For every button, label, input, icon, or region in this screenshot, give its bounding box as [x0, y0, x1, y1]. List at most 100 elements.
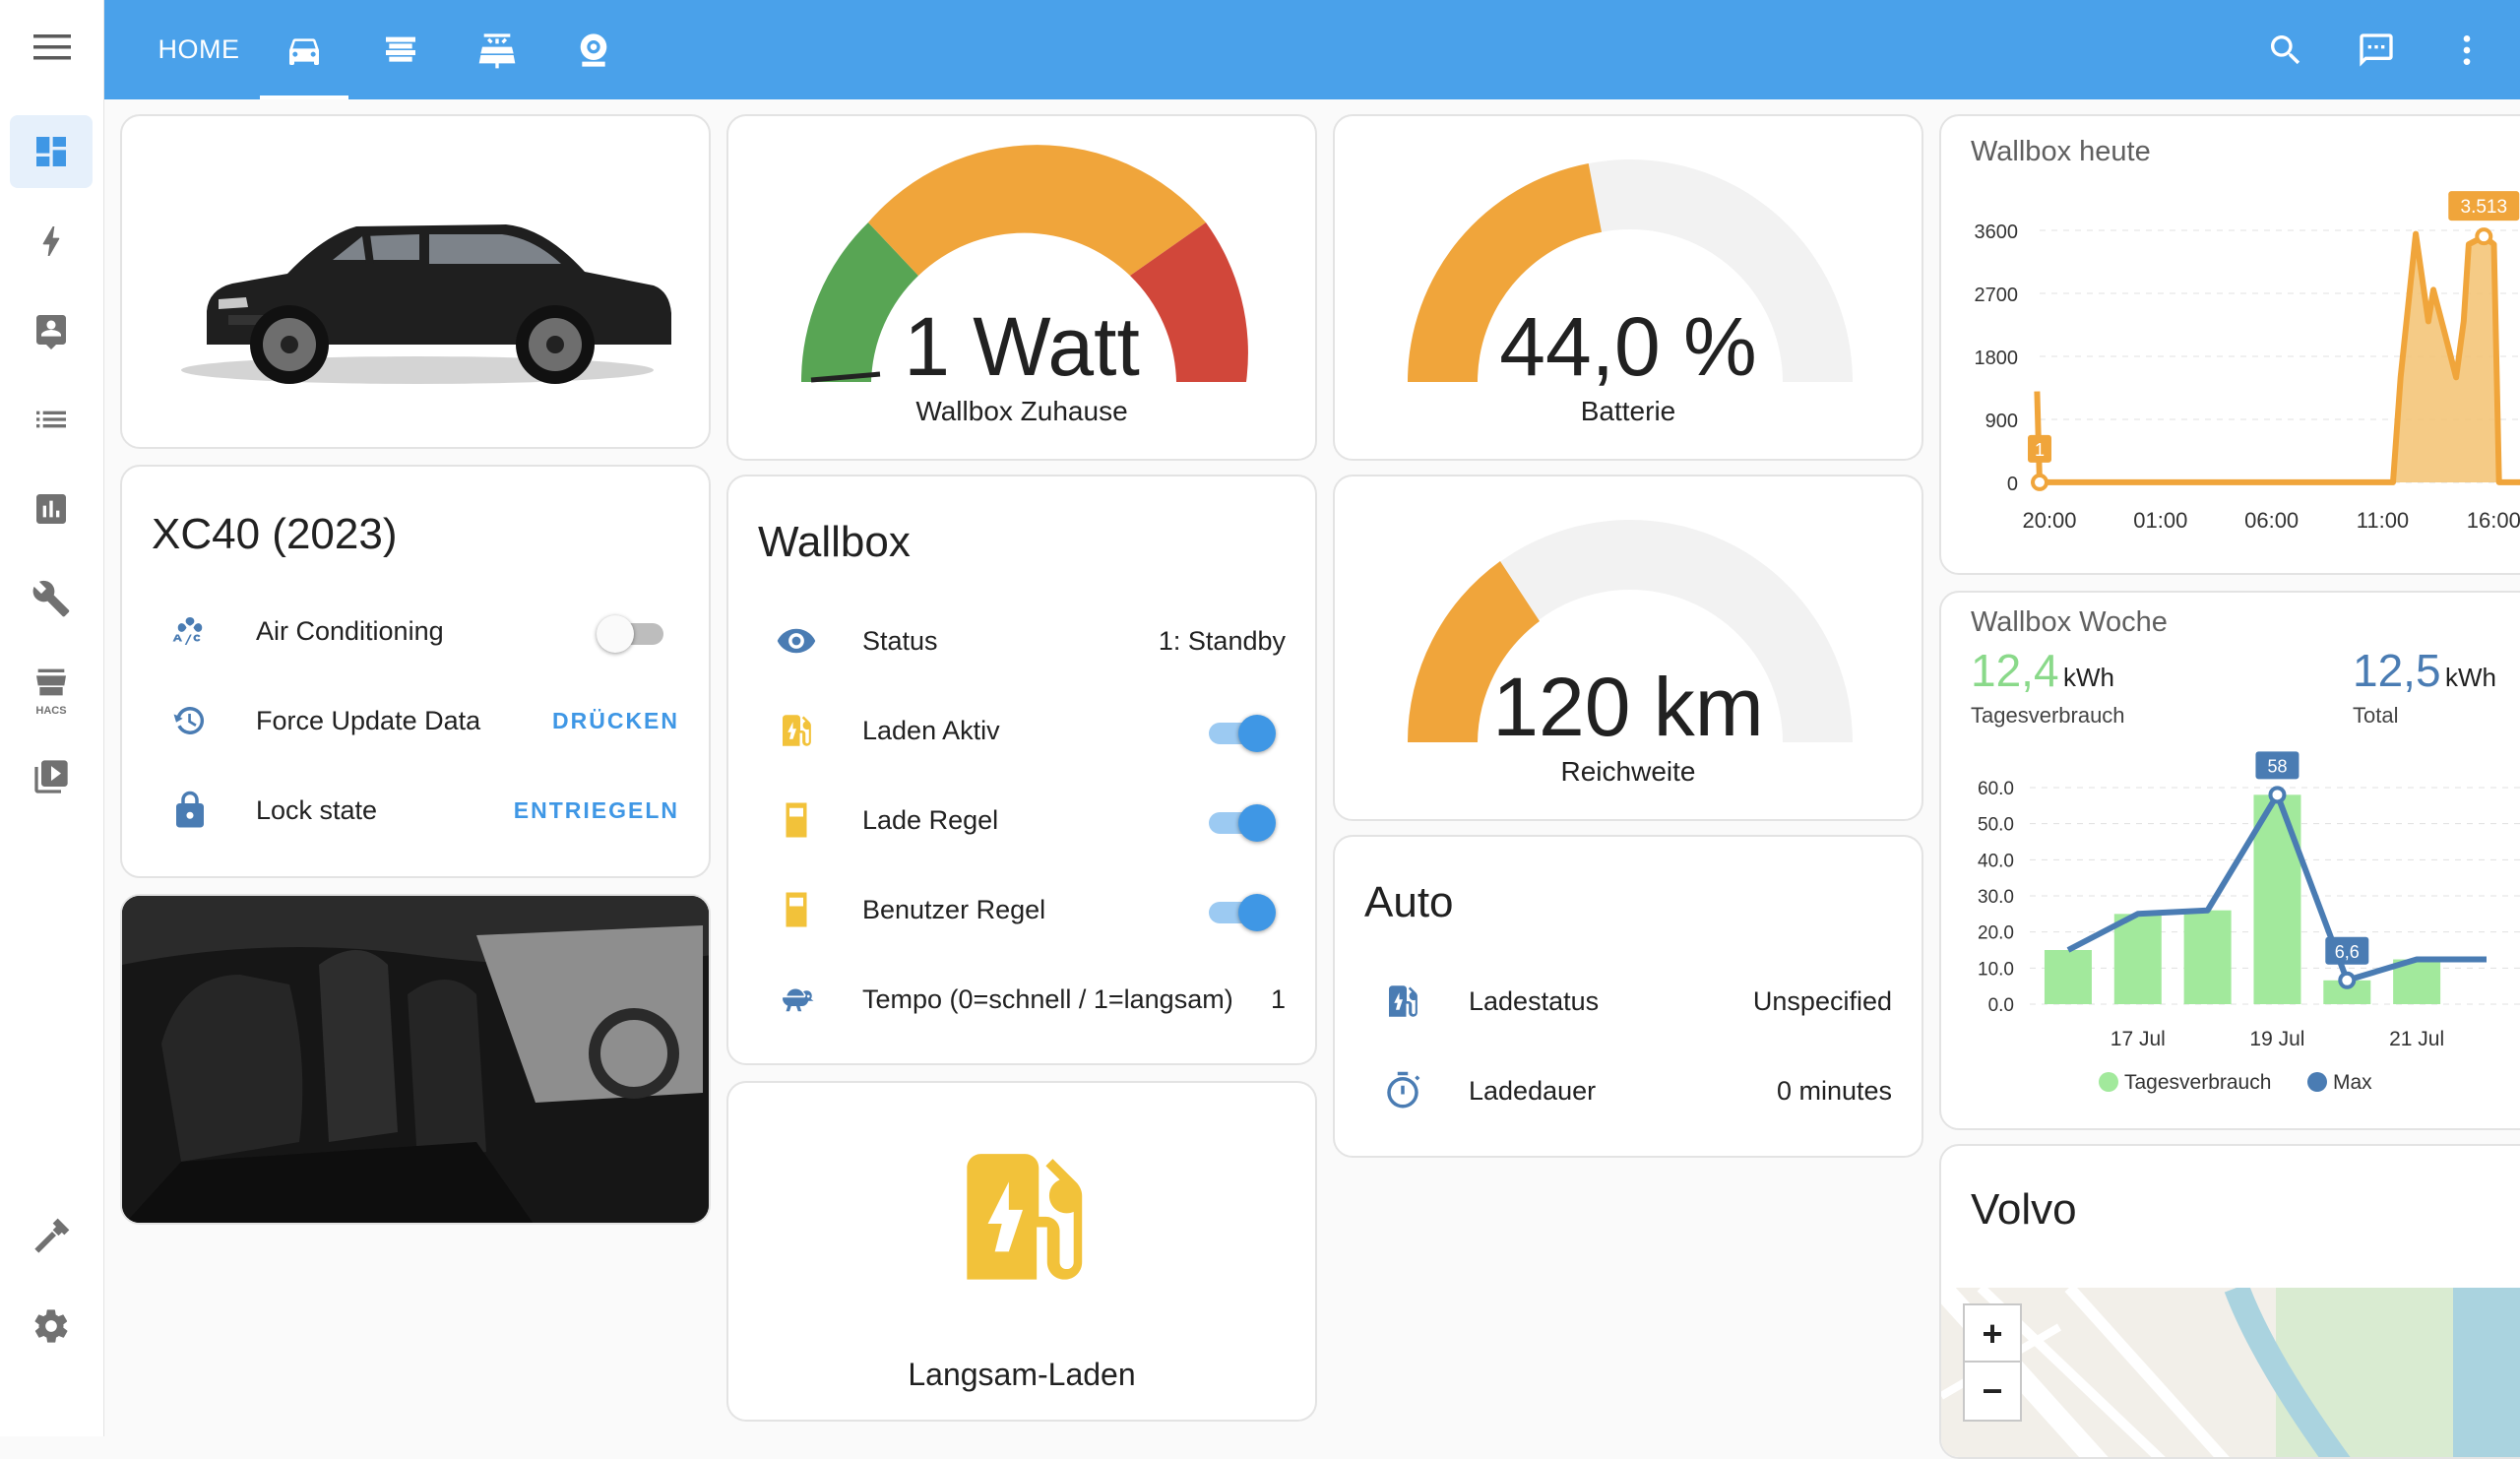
force-update-row: Force Update Data DRÜCKEN [122, 686, 709, 755]
wallbox-woche-card[interactable]: Wallbox Woche 12,4 kWh Tagesverbrauch 12… [1939, 591, 2520, 1130]
benutzer-regel-row[interactable]: Benutzer Regel [728, 875, 1315, 944]
lade-regel-toggle[interactable] [1203, 800, 1282, 842]
volvo-map-card[interactable]: Volvo + − [1939, 1144, 2520, 1459]
car-interior-card[interactable] [120, 894, 711, 1225]
tab-home-label: HOME [158, 34, 240, 64]
wallbox-icon [386, 36, 415, 62]
tab-webcam[interactable] [549, 0, 638, 99]
sidebar-item-energy[interactable] [10, 205, 93, 278]
sidebar-item-hacs[interactable]: HACS [10, 652, 93, 725]
value-badge-label: 6,6 [2335, 942, 2360, 962]
bar [2113, 914, 2162, 1004]
unlock-button[interactable]: ENTRIEGELN [514, 797, 679, 824]
sidebar-item-media[interactable] [10, 740, 93, 813]
sidebar-item-tools[interactable] [10, 562, 93, 635]
card-title: Wallbox [758, 518, 911, 566]
assist-button[interactable] [2351, 25, 2402, 76]
gear-icon [34, 1309, 68, 1343]
range-gauge-card[interactable]: 120 km Reichweite [1333, 475, 1923, 821]
zoom-in-button[interactable]: + [1963, 1303, 2022, 1364]
wallbox-status-row[interactable]: Status 1: Standby [728, 606, 1315, 675]
fuel-icon [774, 887, 819, 932]
lock-state-row: Lock state ENTRIEGELN [122, 776, 709, 845]
tab-solar[interactable] [453, 0, 541, 99]
tab-car[interactable] [260, 0, 348, 99]
air-conditioning-toggle[interactable] [597, 611, 675, 653]
card-title: Volvo [1971, 1185, 2077, 1234]
y-tick-label: 30.0 [1978, 887, 2014, 908]
zoom-out-button[interactable]: − [1963, 1361, 2022, 1422]
people-icon [36, 315, 66, 349]
battery-gauge-label: Batterie [1580, 396, 1676, 426]
ev-station-icon [1380, 979, 1425, 1024]
x-tick-label: 21 Jul [2389, 1028, 2444, 1050]
hammer-icon [34, 1218, 70, 1253]
langsam-laden-button[interactable]: Langsam-Laden [726, 1081, 1317, 1422]
legend-swatch [2307, 1072, 2327, 1092]
search-icon [2271, 35, 2300, 65]
lade-regel-row[interactable]: Lade Regel [728, 786, 1315, 855]
webcam-icon [580, 32, 607, 67]
car-interior-image [122, 896, 709, 1223]
y-tick-label: 3600 [1975, 222, 2019, 243]
car-exterior-card[interactable] [120, 114, 711, 449]
ev-station-icon [967, 1154, 1083, 1280]
wallbox-gauge-label: Wallbox Zuhause [915, 396, 1128, 426]
laden-aktiv-row[interactable]: Laden Aktiv [728, 696, 1315, 765]
row-label: Laden Aktiv [862, 715, 1000, 745]
air-conditioning-row[interactable]: Air Conditioning [122, 597, 709, 666]
sidebar-item-history[interactable] [10, 473, 93, 545]
tempo-row[interactable]: Tempo (0=schnell / 1=langsam) 1 [728, 965, 1315, 1034]
map-view[interactable] [1941, 1288, 2520, 1459]
range-gauge-label: Reichweite [1560, 756, 1696, 787]
car-icon [289, 37, 319, 65]
wallbox-heute-chart: 0 900 1800 2700 3600 20:00 01:00 06:00 11:00 16:0… [1975, 191, 2520, 533]
x-tick-label: 06:00 [2244, 508, 2299, 533]
x-tick-label: 17 Jul [2110, 1028, 2166, 1050]
card-title: Auto [1364, 878, 1454, 926]
ladedauer-row[interactable]: Ladedauer 0 minutes [1335, 1056, 1922, 1125]
x-tick-label: 20:00 [2022, 508, 2076, 533]
more-button[interactable] [2441, 25, 2492, 76]
wallbox-heute-card[interactable]: Wallbox heute 0 900 1800 2700 3600 20:00 01:00… [1939, 114, 2520, 575]
ev-station-icon [774, 708, 819, 753]
row-label: Air Conditioning [256, 615, 444, 646]
tempo-value: 1 [1270, 983, 1286, 1014]
y-tick-label: 60.0 [1978, 779, 2014, 799]
lock-icon [167, 788, 213, 833]
y-tick-label: 900 [1985, 411, 2018, 432]
wallbox-woche-chart: 0.0 10.0 20.0 30.0 40.0 50.0 60.0 17 Jul 19 Jul 2… [1978, 751, 2520, 1094]
sidebar-item-settings[interactable] [10, 1290, 93, 1363]
wrench-icon [32, 580, 70, 617]
chart-icon [36, 494, 66, 524]
force-update-button[interactable]: DRÜCKEN [552, 708, 679, 734]
sidebar-item-people[interactable] [10, 293, 93, 366]
x-tick-label: 19 Jul [2249, 1028, 2304, 1050]
sidebar-item-overview[interactable] [10, 115, 93, 188]
battery-gauge-card[interactable]: 44,0 % Batterie [1333, 114, 1923, 461]
benutzer-regel-toggle[interactable] [1203, 890, 1282, 931]
y-tick-label: 40.0 [1978, 851, 2014, 871]
eye-icon [774, 618, 819, 664]
wallbox-power-gauge-card[interactable]: 1 Watt Wallbox Zuhause [726, 114, 1317, 461]
tab-home[interactable]: HOME [148, 0, 250, 99]
legend-label: Max [2333, 1071, 2372, 1094]
sidebar-item-developer-tools[interactable] [10, 1200, 93, 1273]
row-label: Benutzer Regel [862, 894, 1046, 924]
wallbox-entities-card: Wallbox Status 1: Standby Laden Aktiv La… [726, 475, 1317, 1065]
tab-wallbox[interactable] [356, 0, 445, 99]
dashboard-icon [36, 137, 66, 166]
row-label: Force Update Data [256, 705, 481, 735]
row-label: Ladedauer [1469, 1075, 1597, 1106]
card-title: XC40 (2023) [152, 510, 398, 558]
start-point [2031, 473, 2048, 491]
x-tick-label: 11:00 [2357, 508, 2409, 533]
laden-aktiv-toggle[interactable] [1203, 711, 1282, 752]
menu-icon[interactable] [28, 26, 77, 69]
search-button[interactable] [2260, 25, 2311, 76]
more-icon [2463, 35, 2471, 65]
wallbox-gauge-value: 1 Watt [904, 300, 1140, 393]
sidebar-item-list[interactable] [10, 383, 93, 456]
ladestatus-row[interactable]: Ladestatus Unspecified [1335, 967, 1922, 1036]
sidebar: HACS [0, 0, 104, 1436]
